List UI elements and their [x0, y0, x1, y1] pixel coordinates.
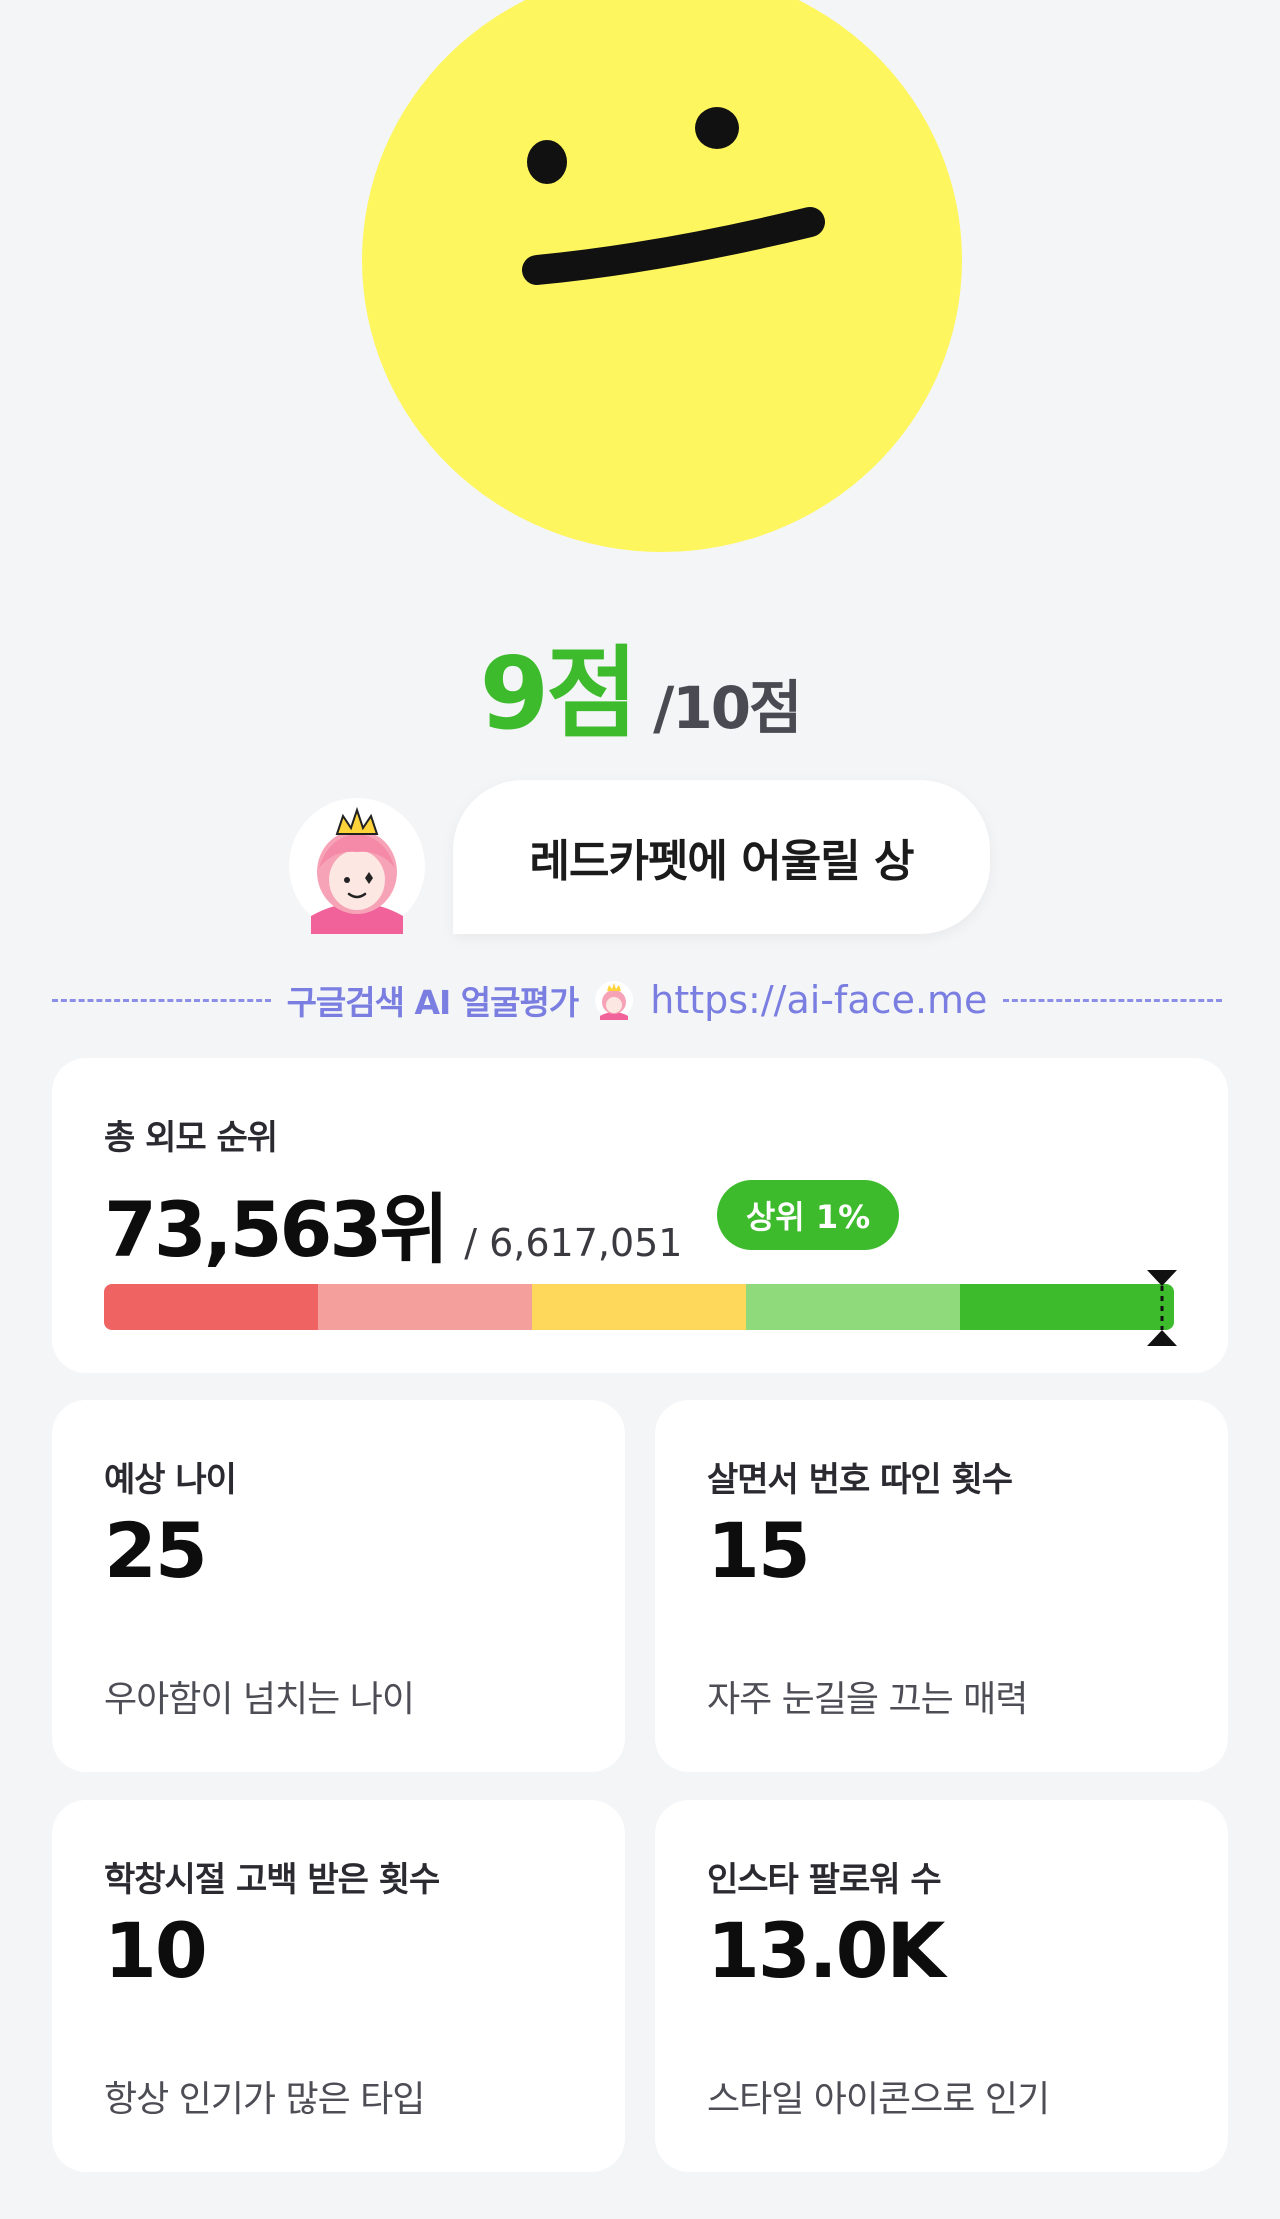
- rank-total: / 6,617,051: [464, 1221, 683, 1265]
- promo-divider: 구글검색 AI 얼굴평가 https://ai-face.me: [52, 975, 1222, 1025]
- score-display: 9점/10점: [0, 612, 1280, 757]
- smiley-face-icon: [362, 0, 962, 552]
- ranking-bar-segment-1: [104, 1284, 318, 1330]
- stat-description: 스타일 아이콘으로 인기: [707, 2079, 1050, 2120]
- score-value: 9점: [479, 635, 639, 752]
- stat-description: 우아함이 넘치는 나이: [104, 1679, 415, 1720]
- ranking-bar-segment-4: [746, 1284, 960, 1330]
- stat-value: 25: [104, 1506, 208, 1595]
- stat-title: 예상 나이: [104, 1460, 237, 1500]
- rank-value: 73,563위: [104, 1185, 449, 1274]
- ranking-bar-segment-5: [960, 1284, 1174, 1330]
- rank-badge-label: 상위 1%: [745, 1198, 871, 1236]
- promo-content[interactable]: 구글검색 AI 얼굴평가 https://ai-face.me: [271, 976, 1004, 1024]
- stat-title: 살면서 번호 따인 횟수: [707, 1460, 1013, 1500]
- stat-description: 항상 인기가 많은 타입: [104, 2079, 425, 2120]
- ranking-card: 총 외모 순위 73,563위 / 6,617,051 상위 1%: [52, 1058, 1228, 1373]
- face-type-bubble: 레드카펫에 어울릴 상: [453, 780, 990, 934]
- stat-card-followers: 인스타 팔로워 수 13.0K 스타일 아이콘으로 인기: [655, 1800, 1228, 2172]
- rank-percentile-badge: 상위 1%: [717, 1180, 899, 1250]
- princess-mascot-icon: [289, 798, 425, 934]
- stat-title: 인스타 팔로워 수: [707, 1860, 942, 1900]
- ranking-bar-segment-3: [532, 1284, 746, 1330]
- stat-title: 학창시절 고백 받은 횟수: [104, 1860, 440, 1900]
- ranking-progress-bar: [104, 1284, 1174, 1330]
- face-type-label: 레드카펫에 어울릴 상: [529, 836, 915, 887]
- stat-card-confessions: 학창시절 고백 받은 횟수 10 항상 인기가 많은 타입: [52, 1800, 625, 2172]
- ranking-bar-segment-2: [318, 1284, 532, 1330]
- princess-mini-icon: [595, 981, 634, 1020]
- stat-description: 자주 눈길을 끄는 매력: [707, 1679, 1028, 1720]
- ranking-title: 총 외모 순위: [104, 1118, 278, 1158]
- stat-value: 13.0K: [707, 1906, 945, 1995]
- ranking-row: 73,563위 / 6,617,051: [104, 1168, 682, 1278]
- promo-url-link[interactable]: https://ai-face.me: [650, 978, 987, 1022]
- dashed-line-right: [1003, 998, 1222, 1002]
- stat-card-number-asked: 살면서 번호 따인 횟수 15 자주 눈길을 끄는 매력: [655, 1400, 1228, 1772]
- stat-value: 15: [707, 1506, 811, 1595]
- promo-label: 구글검색 AI 얼굴평가: [286, 983, 580, 1022]
- ranking-marker-icon: [1147, 1270, 1178, 1346]
- stat-card-age: 예상 나이 25 우아함이 넘치는 나이: [52, 1400, 625, 1772]
- stat-value: 10: [104, 1906, 208, 1995]
- score-total: /10점: [653, 674, 802, 742]
- dashed-line-left: [52, 998, 271, 1002]
- result-page: 9점/10점 레드카펫에 어울릴 상 구글검색 AI 얼굴평가 https://…: [0, 0, 1280, 2219]
